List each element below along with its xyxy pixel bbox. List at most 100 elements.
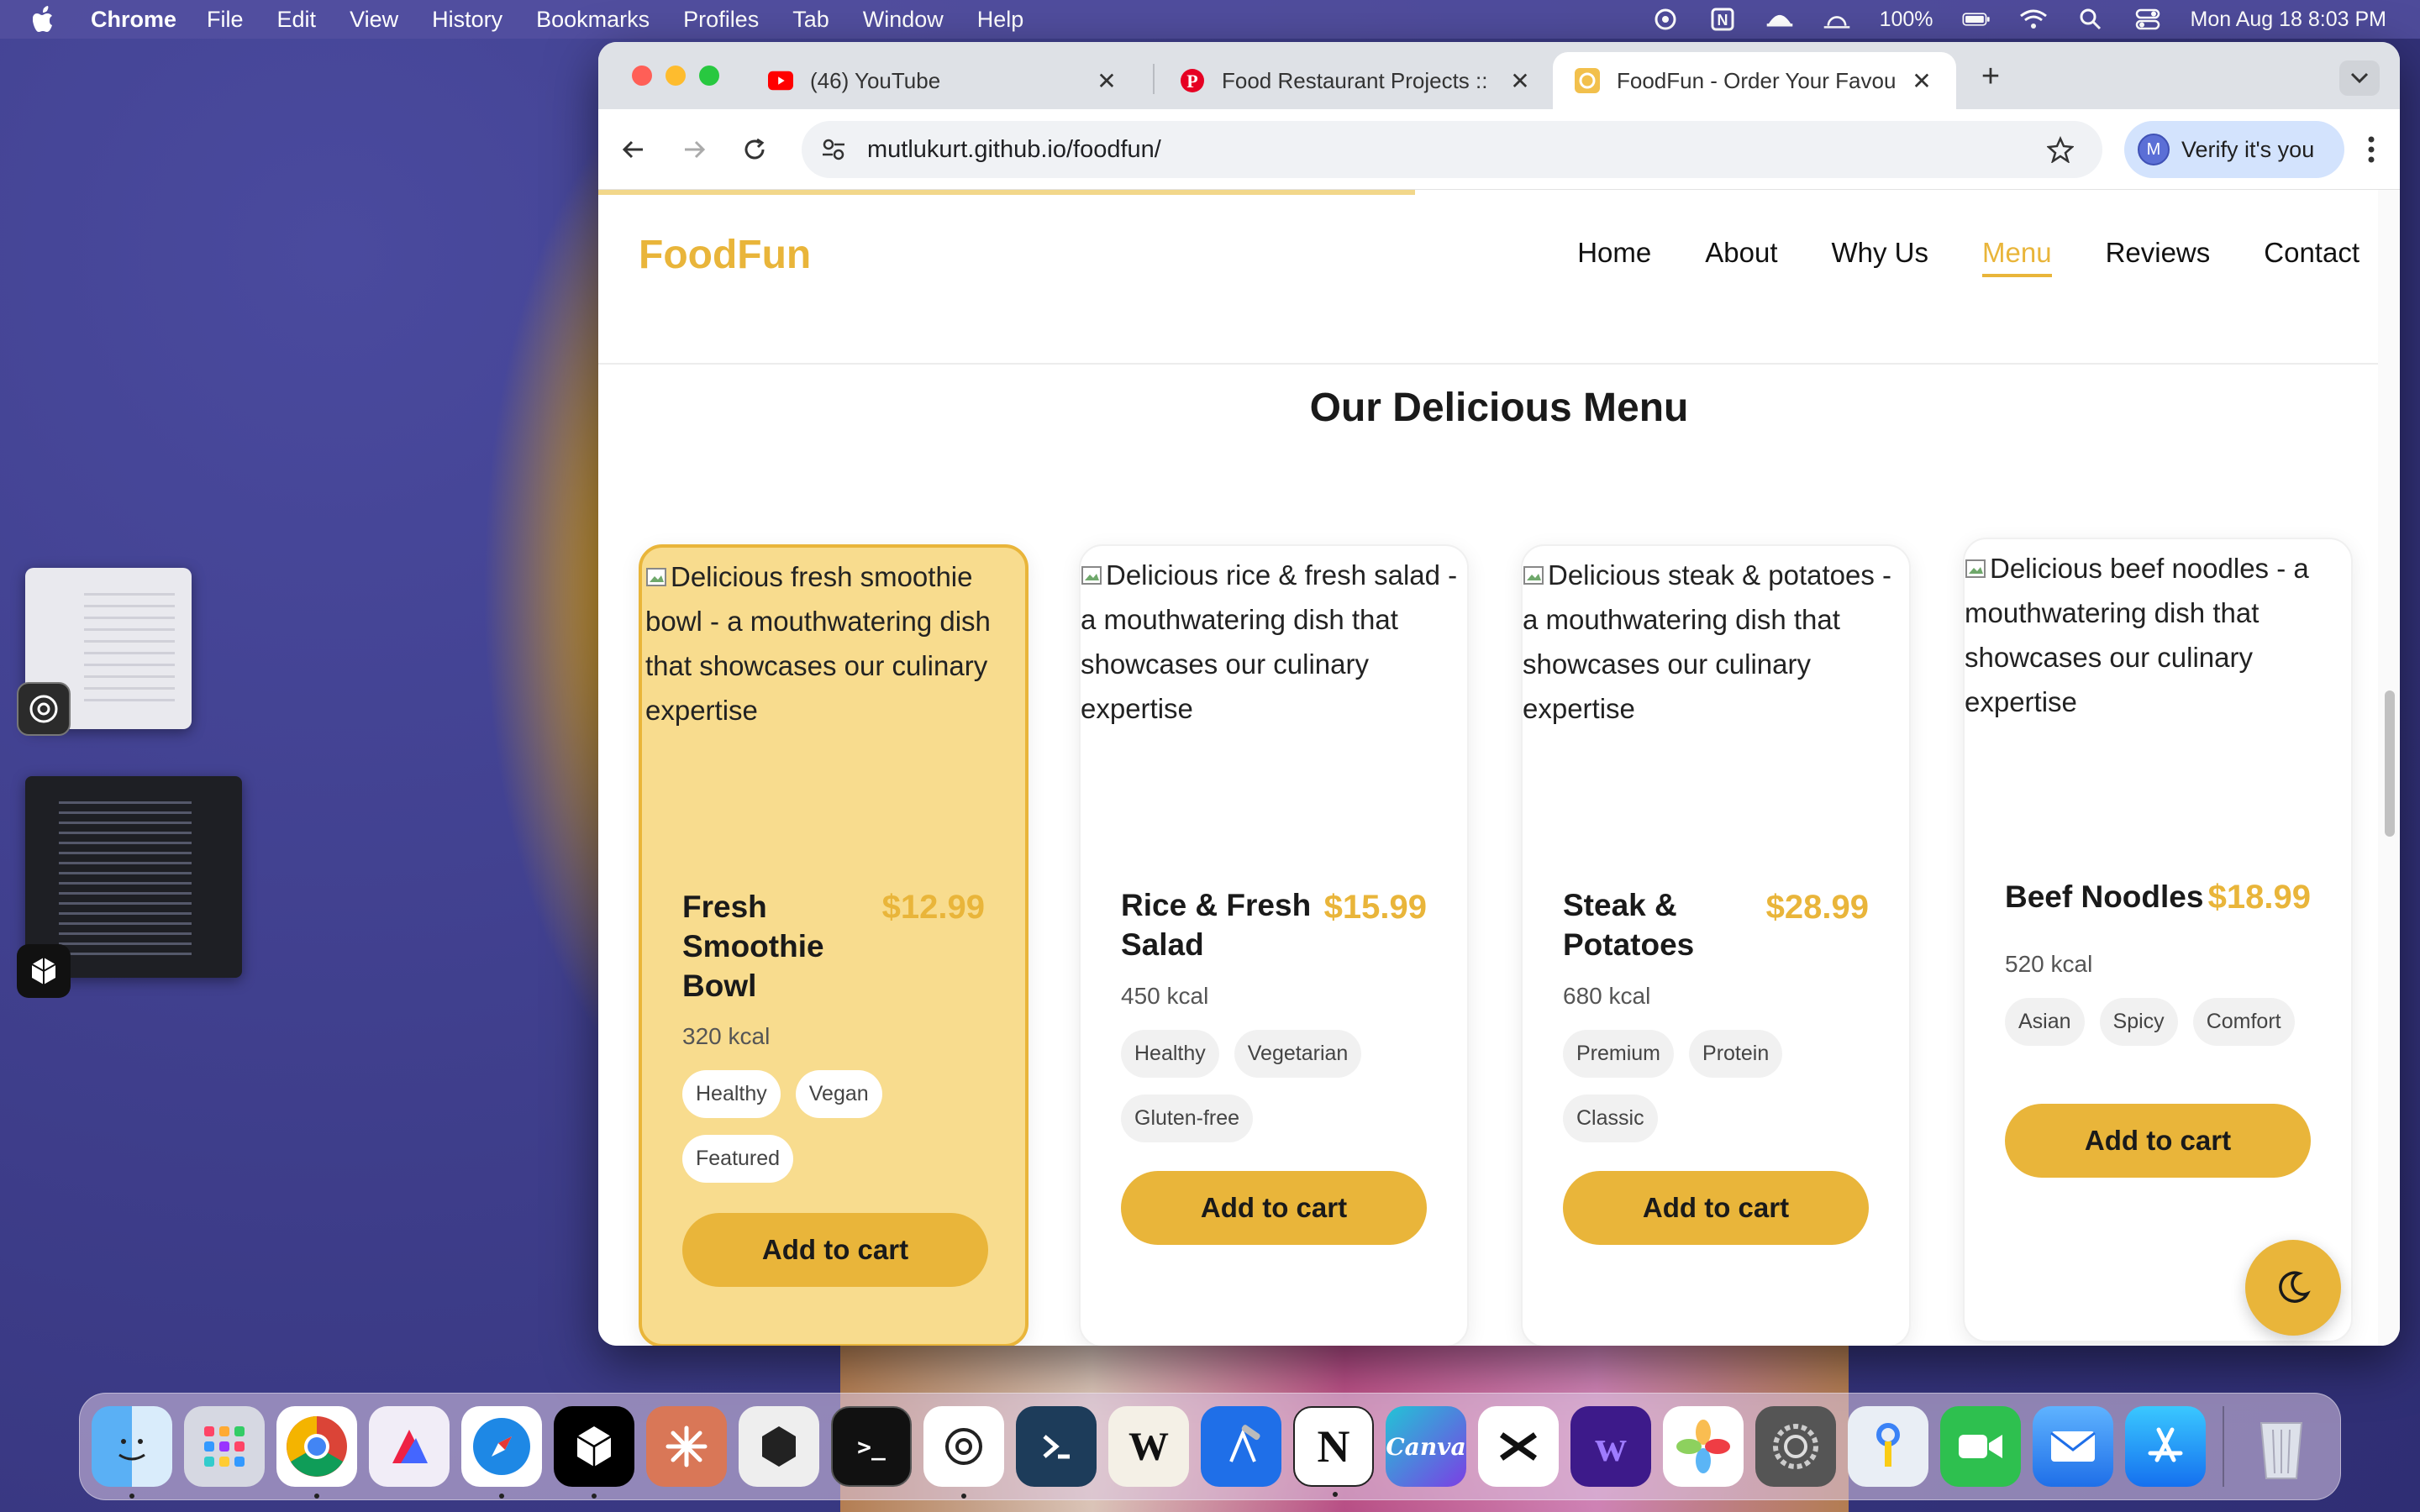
affinity-icon[interactable] <box>369 1406 450 1487</box>
writer-icon[interactable]: W <box>1108 1406 1189 1487</box>
tag-chip: Premium <box>1563 1030 1675 1078</box>
dish-tags: Healthy Vegetarian Gluten-free <box>1121 1030 1434 1142</box>
dish-price: $12.99 <box>881 889 985 926</box>
tag-chip: Spicy <box>2099 998 2178 1046</box>
site-settings-icon[interactable] <box>817 133 850 166</box>
launchpad-icon[interactable] <box>184 1406 265 1487</box>
url-text[interactable]: mutlukurt.github.io/foodfun/ <box>867 136 2044 164</box>
keychain-icon[interactable] <box>1848 1406 1928 1487</box>
photos-icon[interactable] <box>1663 1406 1744 1487</box>
add-to-cart-button[interactable]: Add to cart <box>2005 1104 2311 1178</box>
claude-icon[interactable] <box>646 1406 727 1487</box>
active-app-name[interactable]: Chrome <box>91 7 176 33</box>
menu-bookmarks[interactable]: Bookmarks <box>536 7 650 33</box>
tab-youtube[interactable]: (46) YouTube ✕ <box>746 52 1141 109</box>
finder-icon[interactable] <box>92 1406 172 1499</box>
chatgpt-icon[interactable] <box>923 1406 1004 1499</box>
wifi-icon[interactable] <box>2019 7 2048 32</box>
dish-name: Beef Noodles <box>2005 879 2204 914</box>
canva-label: Canva <box>1386 1432 1466 1461</box>
tab-pinterest[interactable]: P Food Restaurant Projects :: Pi ✕ <box>1158 52 1555 109</box>
apple-logo-icon[interactable] <box>32 5 57 34</box>
dish-image-alt-text: Delicious rice & fresh salad - a mouthwa… <box>1081 559 1458 724</box>
nav-about[interactable]: About <box>1705 237 1777 277</box>
pinterest-icon: P <box>1180 68 1205 93</box>
running-indicator <box>129 1494 134 1499</box>
zoom-window-button[interactable] <box>699 66 719 86</box>
back-button[interactable] <box>615 131 652 168</box>
page-scrollbar[interactable] <box>2378 190 2400 1346</box>
close-tab-icon[interactable]: ✕ <box>1094 67 1119 95</box>
app-store-icon[interactable] <box>2125 1406 2206 1487</box>
incognito-status-icon[interactable] <box>1765 7 1794 32</box>
chatgpt-status-icon[interactable] <box>1651 7 1680 32</box>
nav-contact[interactable]: Contact <box>2264 237 2360 277</box>
display-brightness-icon[interactable] <box>1823 7 1851 32</box>
bookmark-star-icon[interactable] <box>2044 133 2077 166</box>
arrow-right-icon <box>685 140 706 159</box>
close-tab-icon[interactable]: ✕ <box>1909 67 1934 95</box>
menu-edit[interactable]: Edit <box>277 7 317 33</box>
add-to-cart-button[interactable]: Add to cart <box>682 1213 988 1287</box>
dish-tags: Asian Spicy Comfort <box>2005 998 2317 1046</box>
site-logo[interactable]: FoodFun <box>639 232 811 278</box>
broken-image-icon <box>1081 566 1102 585</box>
menu-card: Delicious steak & potatoes - a mouthwate… <box>1521 544 1911 1346</box>
scrollbar-thumb[interactable] <box>2385 690 2395 837</box>
menu-profiles[interactable]: Profiles <box>683 7 759 33</box>
safari-icon[interactable] <box>461 1406 542 1499</box>
running-indicator <box>314 1494 319 1499</box>
menu-tab[interactable]: Tab <box>792 7 829 33</box>
notion-icon[interactable]: N <box>1293 1406 1374 1497</box>
new-tab-button[interactable]: + <box>1970 59 2012 95</box>
add-to-cart-button[interactable]: Add to cart <box>1563 1171 1869 1245</box>
canva-icon[interactable]: Canva <box>1386 1406 1466 1487</box>
menubar-clock[interactable]: Mon Aug 18 8:03 PM <box>2191 8 2386 32</box>
dish-calories: 520 kcal <box>2005 951 2093 977</box>
nav-menu[interactable]: Menu <box>1982 237 2052 277</box>
site-header: FoodFun Home About Why Us Menu Reviews C… <box>598 190 2400 365</box>
menu-history[interactable]: History <box>432 7 502 33</box>
menu-view[interactable]: View <box>350 7 398 33</box>
menu-help[interactable]: Help <box>977 7 1024 33</box>
dish-image-broken: Delicious fresh smoothie bowl - a mouthw… <box>642 554 1025 732</box>
address-bar[interactable]: mutlukurt.github.io/foodfun/ <box>802 121 2102 178</box>
battery-icon[interactable] <box>1962 7 1991 32</box>
browser-window: (46) YouTube ✕ P Food Restaurant Project… <box>598 42 2400 1346</box>
moon-icon <box>2279 1271 2311 1303</box>
menu-file[interactable]: File <box>207 7 244 33</box>
nav-reviews[interactable]: Reviews <box>2106 237 2211 277</box>
nav-home[interactable]: Home <box>1577 237 1651 277</box>
system-settings-icon[interactable] <box>1755 1406 1836 1487</box>
xcode-icon[interactable] <box>1201 1406 1281 1487</box>
spotlight-search-icon[interactable] <box>2076 7 2105 32</box>
facetime-icon[interactable] <box>1940 1406 2021 1487</box>
reload-button[interactable] <box>736 131 773 168</box>
close-window-button[interactable] <box>632 66 652 86</box>
reload-icon <box>744 138 765 160</box>
dev-tool-icon[interactable] <box>1016 1406 1097 1487</box>
forward-button[interactable] <box>676 131 713 168</box>
mail-icon[interactable] <box>2033 1406 2113 1487</box>
tab-foodfun[interactable]: FoodFun - Order Your Favouri ✕ <box>1553 52 1956 109</box>
terminal-icon[interactable]: >_ <box>831 1406 912 1487</box>
wave-icon[interactable]: w <box>1570 1406 1651 1487</box>
notion-status-icon[interactable]: N <box>1708 7 1737 32</box>
tab-search-button[interactable] <box>2339 60 2380 96</box>
chrome-icon[interactable] <box>276 1406 357 1499</box>
add-to-cart-button[interactable]: Add to cart <box>1121 1171 1427 1245</box>
trash-icon[interactable] <box>2241 1406 2322 1487</box>
control-center-icon[interactable] <box>2133 7 2162 32</box>
cube-app-icon[interactable] <box>554 1406 634 1499</box>
box-app-icon[interactable] <box>739 1406 819 1487</box>
capcut-icon[interactable] <box>1478 1406 1559 1487</box>
minimize-window-button[interactable] <box>666 66 686 86</box>
dish-image-broken: Delicious beef noodles - a mouthwatering… <box>1965 546 2351 724</box>
close-tab-icon[interactable]: ✕ <box>1507 67 1533 95</box>
menu-card: Delicious rice & fresh salad - a mouthwa… <box>1079 544 1469 1346</box>
nav-why-us[interactable]: Why Us <box>1832 237 1929 277</box>
more-menu-icon[interactable] <box>2354 129 2388 170</box>
profile-verify-button[interactable]: M Verify it's you <box>2124 121 2344 178</box>
menu-window[interactable]: Window <box>863 7 944 33</box>
dark-mode-toggle[interactable] <box>2245 1240 2341 1336</box>
